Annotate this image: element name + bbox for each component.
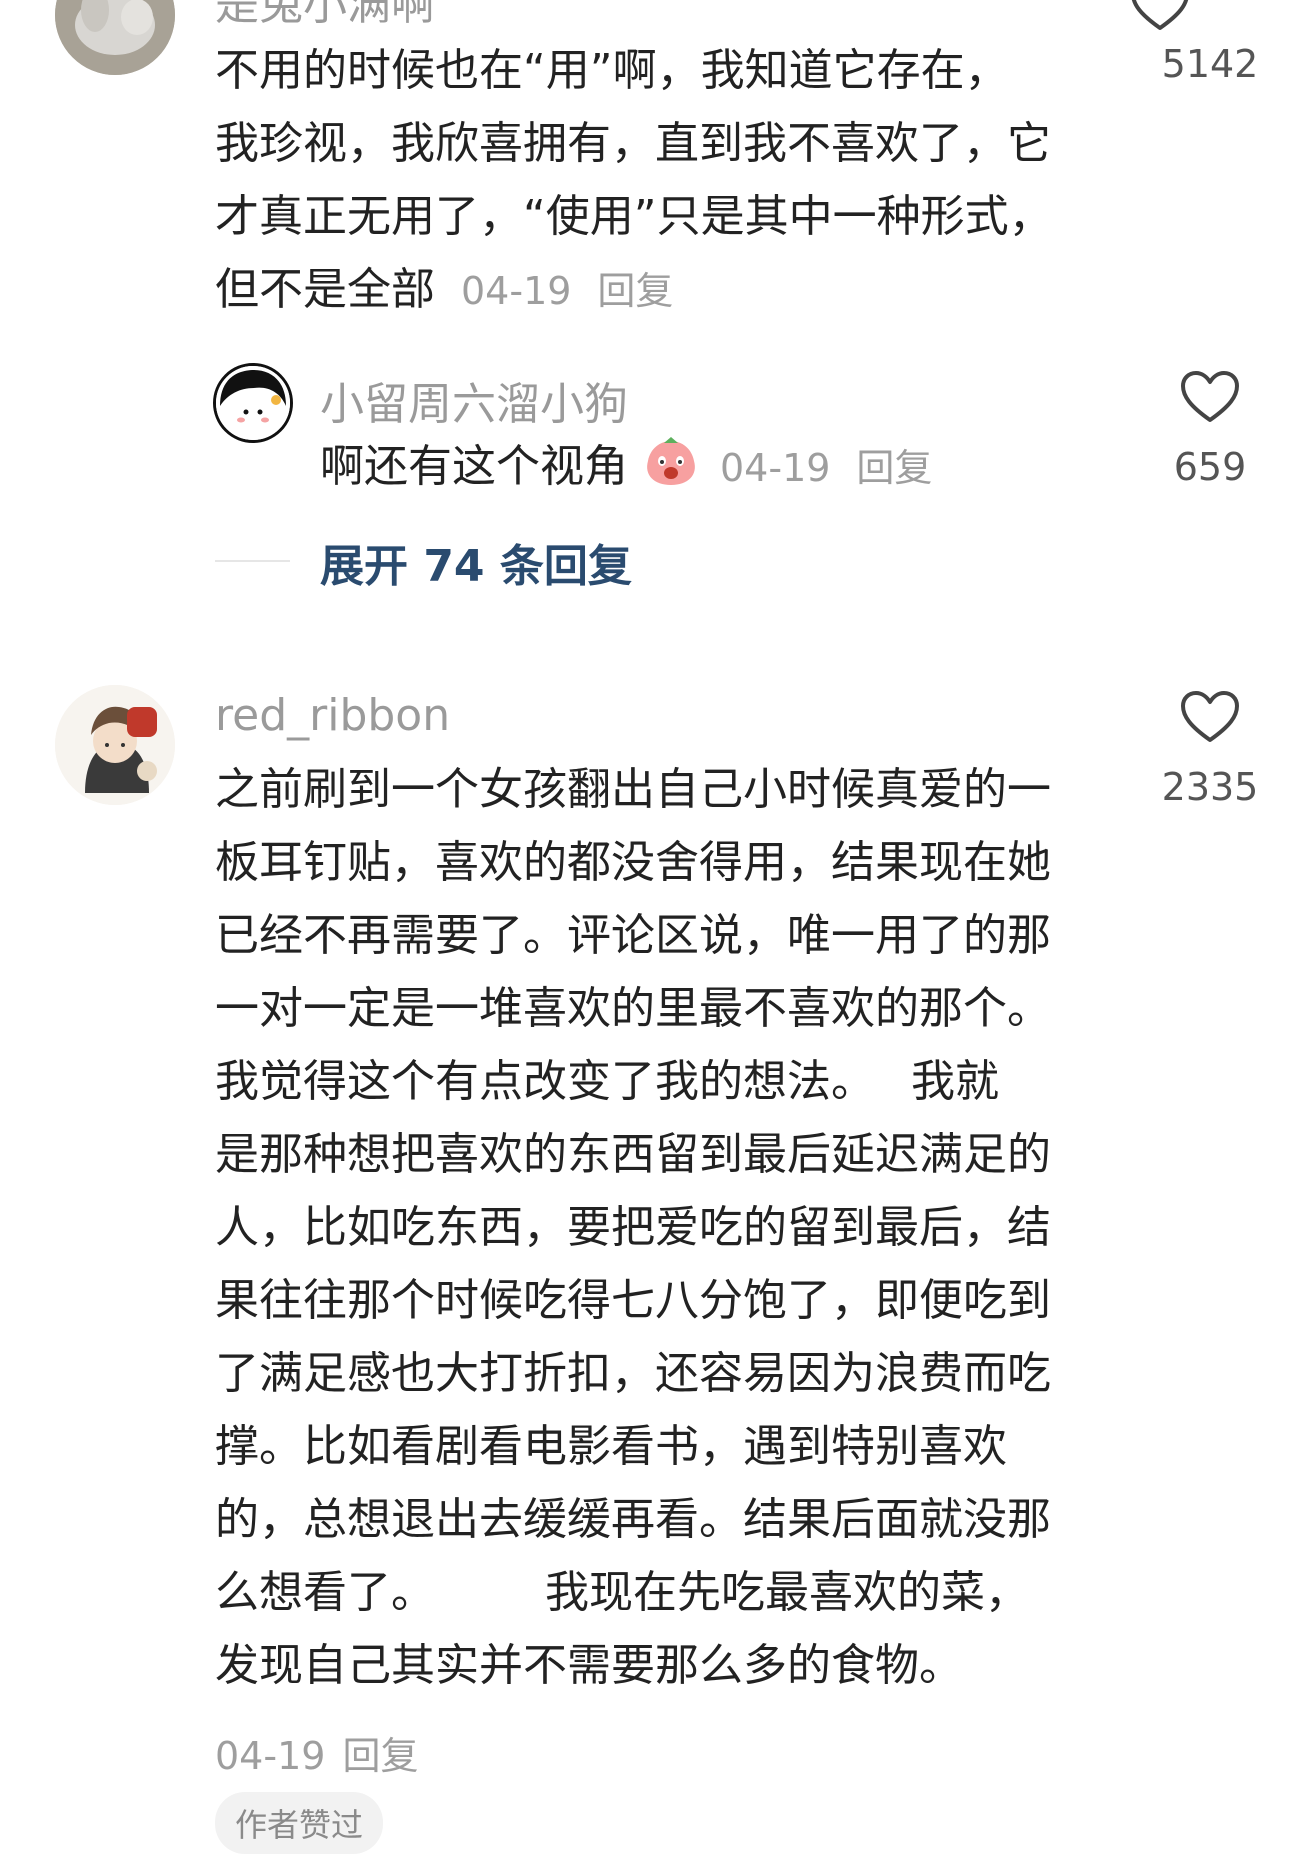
avatar[interactable] (55, 685, 175, 805)
reply-button[interactable]: 回复 (597, 269, 673, 313)
comment-text-line: 才真正无用了，“使用”只是其中一种形式， (215, 191, 1053, 242)
comment-text-line: 么想看了。 我现在先吃最喜欢的菜， (215, 1567, 1029, 1618)
comment-text-line: 是那种想把喜欢的东西留到最后延迟满足的 (215, 1129, 1051, 1180)
comment-body: 不用的时候也在“用”啊，我知道它存在， 我珍视，我欣喜拥有，直到我不喜欢了，它 … (215, 34, 1135, 328)
comment-username[interactable]: red_ribbon (215, 690, 450, 741)
reply-button[interactable]: 回复 (856, 446, 932, 490)
comment-body: 之前刷到一个女孩翻出自己小时候真爱的一 板耳钉贴，喜欢的都没舍得用，结果现在她 … (215, 753, 1135, 1702)
like-count: 659 (1173, 445, 1247, 489)
comment-text-last: 但不是全部 (215, 264, 435, 315)
comment-text-line: 果往往那个时候吃得七八分饱了，即便吃到 (215, 1275, 1051, 1326)
illustrated-girl-avatar-icon (55, 685, 175, 805)
comment-date: 04-19 (215, 1734, 326, 1778)
heart-icon (1181, 691, 1239, 742)
comment-text-line: 我觉得这个有点改变了我的想法。 我就 (215, 1056, 999, 1107)
reply-date: 04-19 (720, 446, 831, 490)
comment-text-line: 一对一定是一堆喜欢的里最不喜欢的那个。 (215, 983, 1051, 1034)
comment-text-line: 人，比如吃东西，要把爱吃的留到最后，结 (215, 1202, 1051, 1253)
comment-date: 04-19 (461, 269, 572, 313)
reply-username[interactable]: 小留周六溜小狗 (320, 368, 628, 432)
plush-toy-avatar-icon (55, 0, 175, 75)
comment-meta: 04-19 回复 (215, 1725, 419, 1780)
heart-icon (1131, 0, 1189, 30)
author-liked-badge: 作者赞过 (215, 1792, 384, 1854)
comment-text-line: 但不是全部 04-19 回复 (215, 253, 1135, 328)
comment-text-line: 板耳钉贴，喜欢的都没舍得用，结果现在她 (215, 837, 1051, 888)
comment-text-line: 的，总想退出去缓缓再看。结果后面就没那 (215, 1494, 1051, 1545)
expand-replies-button[interactable]: 展开 74 条回复 (320, 530, 632, 594)
avatar[interactable] (55, 0, 175, 75)
like-button[interactable] (1180, 370, 1240, 424)
comment-text-line: 不用的时候也在“用”啊，我知道它存在， (215, 45, 1009, 96)
comment-text-line: 发现自己其实并不需要那么多的食物。 (215, 1640, 963, 1691)
comment-text-line: 我珍视，我欣喜拥有，直到我不喜欢了，它 (215, 118, 1051, 169)
comment-text-line: 之前刷到一个女孩翻出自己小时候真爱的一 (215, 764, 1051, 815)
pink-blob-emoji-icon (642, 437, 700, 489)
avatar[interactable] (213, 363, 293, 443)
like-count: 2335 (1161, 765, 1259, 809)
cartoon-girl-avatar-icon (216, 366, 290, 440)
heart-icon (1181, 371, 1239, 422)
reply-button[interactable]: 回复 (343, 1734, 419, 1778)
reply-body: 啊还有这个视角 04-19 回复 (320, 430, 932, 505)
comment-text-line: 已经不再需要了。评论区说，唯一用了的那 (215, 910, 1051, 961)
like-button[interactable] (1180, 690, 1240, 744)
like-count: 5142 (1161, 42, 1259, 86)
comment-text-line: 撑。比如看剧看电影看书，遇到特别喜欢 (215, 1421, 1007, 1472)
comment-text-line: 了满足感也大打折扣，还容易因为浪费而吃 (215, 1348, 1051, 1399)
comment-username[interactable]: 是兔小满啊 (215, 0, 435, 32)
divider (215, 560, 290, 562)
reply-text: 啊还有这个视角 (320, 441, 628, 492)
like-button[interactable] (1130, 0, 1190, 32)
